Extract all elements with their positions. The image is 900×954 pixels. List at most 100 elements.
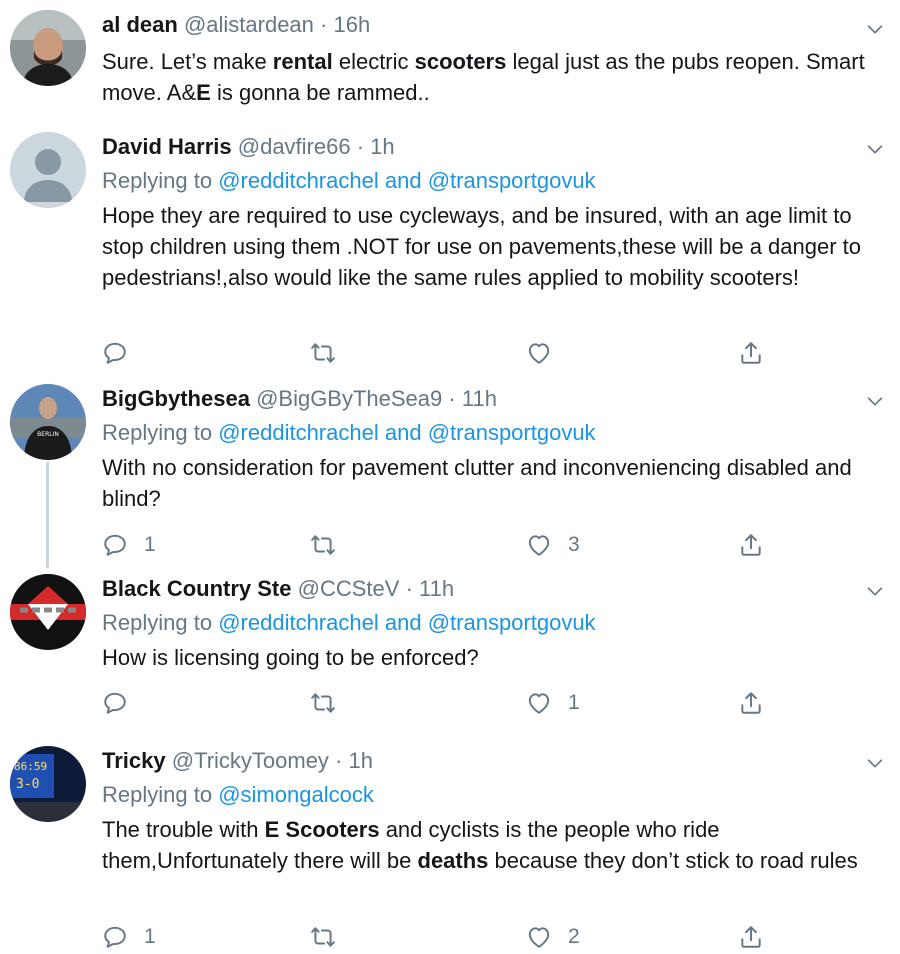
tweet-text: With no consideration for pavement clutt… — [102, 455, 852, 511]
share-button[interactable] — [738, 922, 764, 952]
reply-and: and — [384, 420, 422, 445]
separator: · — [448, 386, 456, 411]
tweet-text: How is licensing going to be enforced? — [102, 645, 479, 670]
like-icon — [526, 532, 552, 558]
mention-link[interactable]: @transportgovuk — [428, 168, 596, 193]
chevron-down-icon[interactable] — [864, 18, 886, 40]
author-handle[interactable]: @CCSteV — [298, 576, 400, 601]
reply-count: 1 — [144, 533, 156, 556]
black-country-flag-icon — [10, 574, 86, 650]
tweet: Black Country Ste @CCSteV · 11h Replying… — [0, 570, 900, 740]
replying-to: Replying to @simongalcock — [102, 782, 374, 807]
author-name[interactable]: al dean — [102, 12, 178, 37]
mention-link[interactable]: @simongalcock — [218, 782, 374, 807]
retweet-button[interactable] — [310, 530, 336, 560]
tweet-text: Sure. Let’s make rental electric scooter… — [102, 49, 865, 105]
retweet-button[interactable] — [310, 922, 336, 952]
like-count: 3 — [568, 533, 580, 556]
author-handle[interactable]: @BigGByTheSea9 — [256, 386, 442, 411]
retweet-button[interactable] — [310, 688, 336, 718]
mention-link[interactable]: @redditchrachel — [218, 420, 379, 445]
timestamp[interactable]: 11h — [462, 386, 497, 411]
timestamp[interactable]: 16h — [333, 12, 370, 37]
timestamp[interactable]: 1h — [370, 134, 394, 159]
share-icon — [738, 340, 764, 366]
timestamp[interactable]: 1h — [349, 748, 373, 773]
avatar-photo-icon — [10, 10, 86, 86]
retweet-icon — [310, 924, 336, 950]
mention-link[interactable]: @redditchrachel — [218, 610, 379, 635]
replying-to: Replying to @redditchrachel and @transpo… — [102, 420, 596, 445]
author-handle[interactable]: @alistardean — [184, 12, 314, 37]
tweet-text: The trouble with E Scooters and cyclists… — [102, 817, 858, 873]
chevron-down-icon[interactable] — [864, 390, 886, 412]
tweet: al dean @alistardean · 16h Sure. Let’s m… — [0, 0, 900, 120]
reply-button[interactable] — [102, 688, 144, 718]
timestamp[interactable]: 11h — [419, 576, 454, 601]
replying-to: Replying to @redditchrachel and @transpo… — [102, 168, 596, 193]
author-handle[interactable]: @davfire66 — [238, 134, 351, 159]
mention-link[interactable]: @transportgovuk — [428, 610, 596, 635]
tweet-header: Black Country Ste @CCSteV · 11h — [102, 574, 454, 604]
avatar[interactable]: BERLIN — [10, 384, 86, 460]
avatar[interactable] — [10, 132, 86, 208]
separator: · — [320, 12, 328, 37]
tweet: 86:59 3-0 Tricky @TrickyToomey · 1h Repl… — [0, 740, 900, 954]
retweet-icon — [310, 340, 336, 366]
mention-link[interactable]: @transportgovuk — [428, 420, 596, 445]
share-icon — [738, 532, 764, 558]
tweet-actions: 1 2 — [102, 922, 782, 952]
avatar-score-text: 3-0 — [16, 777, 39, 792]
like-count: 2 — [568, 925, 580, 948]
separator: · — [405, 576, 413, 601]
retweet-icon — [310, 532, 336, 558]
author-handle[interactable]: @TrickyToomey — [172, 748, 329, 773]
like-button[interactable]: 2 — [526, 922, 580, 952]
tweet: David Harris @davfire66 · 1h Replying to… — [0, 120, 900, 380]
author-name[interactable]: Tricky — [102, 748, 166, 773]
chevron-down-icon[interactable] — [864, 138, 886, 160]
like-button[interactable]: 1 — [526, 688, 580, 718]
author-name[interactable]: David Harris — [102, 134, 232, 159]
tweet-actions: 1 3 — [102, 530, 782, 560]
replying-to: Replying to @redditchrachel and @transpo… — [102, 610, 596, 635]
author-name[interactable]: BigGbythesea — [102, 386, 250, 411]
like-button[interactable] — [526, 338, 568, 368]
share-icon — [738, 924, 764, 950]
reply-icon — [102, 690, 128, 716]
share-icon — [738, 690, 764, 716]
chevron-down-icon[interactable] — [864, 580, 886, 602]
tweet-header: Tricky @TrickyToomey · 1h — [102, 746, 373, 776]
avatar-scoreboard-icon: 86:59 3-0 — [10, 746, 86, 822]
reply-button[interactable] — [102, 338, 144, 368]
share-button[interactable] — [738, 338, 764, 368]
reply-count: 1 — [144, 925, 156, 948]
like-icon — [526, 340, 552, 366]
separator: · — [335, 748, 343, 773]
reply-button[interactable]: 1 — [102, 530, 156, 560]
mention-link[interactable]: @redditchrachel — [218, 168, 379, 193]
avatar[interactable]: 86:59 3-0 — [10, 746, 86, 822]
tweet-actions: 1 — [102, 688, 782, 718]
avatar[interactable] — [10, 10, 86, 86]
tweet: BERLIN BigGbythesea @BigGByTheSea9 · 11h… — [0, 380, 900, 570]
like-button[interactable]: 3 — [526, 530, 580, 560]
reply-button[interactable]: 1 — [102, 922, 156, 952]
avatar[interactable] — [10, 574, 86, 650]
reply-icon — [102, 924, 128, 950]
like-icon — [526, 690, 552, 716]
tweet-actions — [102, 338, 782, 368]
share-button[interactable] — [738, 530, 764, 560]
author-name[interactable]: Black Country Ste — [102, 576, 292, 601]
separator: · — [356, 134, 365, 159]
retweet-button[interactable] — [310, 338, 336, 368]
share-button[interactable] — [738, 688, 764, 718]
like-count: 1 — [568, 691, 580, 714]
chevron-down-icon[interactable] — [864, 752, 886, 774]
like-icon — [526, 924, 552, 950]
reply-and: and — [384, 610, 422, 635]
retweet-icon — [310, 690, 336, 716]
reply-icon — [102, 532, 128, 558]
tweet-text: Hope they are required to use cycleways,… — [102, 203, 862, 290]
avatar-photo-icon: BERLIN — [10, 384, 86, 460]
